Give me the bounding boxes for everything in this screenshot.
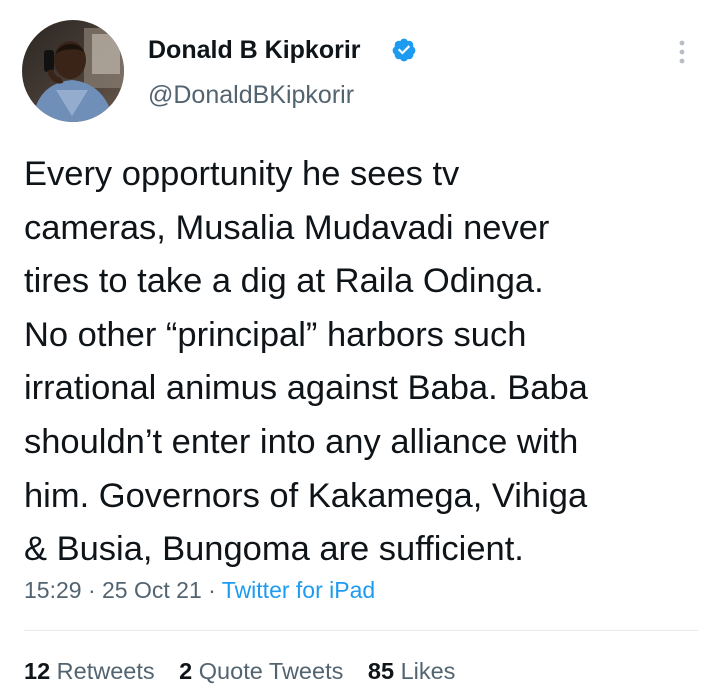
meta-separator: · bbox=[208, 577, 216, 603]
retweets-count: 12 bbox=[24, 658, 51, 684]
quote-tweets-label: Quote Tweets bbox=[198, 658, 344, 684]
retweets-stat[interactable]: 12 Retweets bbox=[24, 655, 155, 687]
tweet-stats: 12 Retweets 2 Quote Tweets 85 Likes bbox=[24, 655, 473, 687]
likes-label: Likes bbox=[400, 658, 456, 684]
tweet-source-link[interactable]: Twitter for iPad bbox=[222, 577, 375, 603]
author-handle[interactable]: @DonaldBKipkorir bbox=[148, 79, 354, 111]
likes-stat[interactable]: 85 Likes bbox=[368, 655, 456, 687]
meta-separator: · bbox=[87, 577, 96, 603]
avatar[interactable] bbox=[22, 20, 124, 122]
more-vertical-icon[interactable] bbox=[664, 34, 700, 70]
quote-tweets-stat[interactable]: 2 Quote Tweets bbox=[179, 655, 343, 687]
tweet-metadata: 15:29 · 25 Oct 21 · Twitter for iPad bbox=[24, 574, 375, 606]
verified-badge-icon bbox=[392, 38, 416, 62]
divider bbox=[24, 630, 698, 631]
tweet-time[interactable]: 15:29 bbox=[24, 577, 82, 603]
quote-tweets-count: 2 bbox=[179, 658, 193, 684]
retweets-label: Retweets bbox=[56, 658, 155, 684]
likes-count: 85 bbox=[367, 658, 395, 684]
tweet-text: Every opportunity he sees tv cameras, Mu… bbox=[24, 155, 588, 569]
tweet-date[interactable]: 25 Oct 21 bbox=[102, 577, 202, 603]
author-display-name[interactable]: Donald B Kipkorir bbox=[148, 34, 361, 66]
tweet-card: Donald B Kipkorir @DonaldBKipkorir Every… bbox=[0, 0, 720, 696]
